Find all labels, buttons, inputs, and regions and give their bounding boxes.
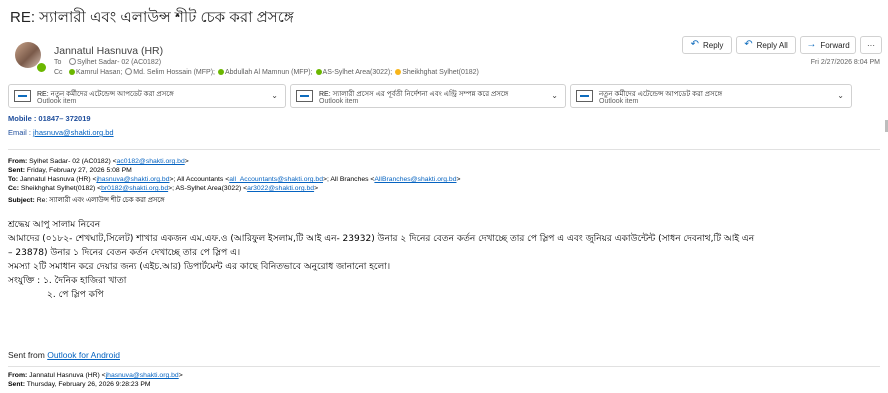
reply-all-button[interactable]: ↶ Reply All	[736, 36, 796, 54]
to-recipient[interactable]: Sylhet Sadar- 02 (AC0182)	[77, 59, 161, 66]
outlook-item-icon	[296, 90, 313, 102]
received-date: Fri 2/27/2026 8:04 PM	[810, 59, 880, 66]
chevron-down-icon[interactable]: ⌄	[837, 91, 844, 100]
quoted-sent-2: Sent: Thursday, February 26, 2026 9:28:2…	[8, 381, 151, 388]
presence-off-icon	[125, 68, 133, 75]
divider	[8, 149, 880, 150]
presence-away-icon	[395, 69, 402, 75]
to-row: To Sylhet Sadar- 02 (AC0182)	[54, 58, 161, 66]
presence-on-icon	[69, 69, 75, 75]
quoted-cc-email-link[interactable]: ar3022@shakti.org.bd	[247, 185, 314, 192]
quoted-from: From: Sylhet Sadar- 02 (AC0182) <ac0182@…	[8, 158, 189, 165]
attachment-2[interactable]: RE: স্যালারী প্রসেস এর পূর্বতী নির্দেশনা…	[290, 84, 566, 108]
body-line: শ্রদ্ধেয় আপু সালাম নিবেন	[8, 220, 101, 230]
reply-button[interactable]: ↶ Reply	[682, 36, 732, 54]
cc-label: Cc	[54, 69, 63, 76]
presence-on-icon	[217, 69, 224, 75]
quoted-to: To: Jannatul Hasnuva (HR) <jhasnuva@shak…	[8, 176, 461, 183]
quoted-cc-email-link[interactable]: br0182@shakti.org.bd	[101, 185, 168, 192]
body-line: আমাদের (০১৮২- শেখঘাট,সিলেট) শাখার একজন এ…	[8, 234, 755, 244]
attachment-type: Outlook item	[599, 98, 639, 105]
sent-from-line: Sent from Outlook for Android	[8, 350, 120, 360]
forward-icon: →	[806, 39, 817, 50]
attachment-type: Outlook item	[319, 98, 359, 105]
body-line: সমস্যা ২টি সমাধান করে দেয়ার জন্য (এইচ.আ…	[8, 262, 391, 272]
outlook-item-icon	[576, 90, 593, 102]
presence-available-icon	[36, 62, 47, 73]
cc-recipient[interactable]: AS-Sylhet Area(3022);	[323, 69, 393, 76]
signature-mobile: Mobile : 01847– 372019	[8, 114, 91, 123]
quoted-to-email-link[interactable]: AllBranches@shakti.org.bd	[374, 176, 456, 183]
body-line: – 23878) উনার ১ দিনের বেতন কর্তন দেখাচ্ছ…	[8, 248, 241, 258]
cc-recipient[interactable]: Abdullah Al Mamnun (MFP);	[225, 69, 313, 76]
body-line: সংযুক্তি : ১. দৈনিক হাজিরা খাতা	[8, 276, 127, 286]
body-line: ২. পে স্লিপ কপি	[47, 290, 104, 300]
forward-button[interactable]: → Forward	[800, 36, 856, 54]
attachment-3[interactable]: নতুন কর্মীদের এটেন্ডেন্স আপডেট করা প্রসঙ…	[570, 84, 852, 108]
quoted-from-email-link[interactable]: jhasnuva@shakti.org.bd	[106, 372, 179, 379]
sender-name[interactable]: Jannatul Hasnuva (HR)	[54, 45, 163, 57]
quoted-to-email-link[interactable]: jhasnuva@shakti.org.bd	[96, 176, 169, 183]
to-label: To	[54, 59, 62, 66]
outlook-item-icon	[14, 90, 31, 102]
signature-email-link[interactable]: jhasnuva@shakti.org.bd	[33, 128, 114, 137]
quoted-sent: Sent: Friday, February 27, 2026 5:08 PM	[8, 167, 132, 174]
divider	[8, 366, 880, 367]
attachment-1[interactable]: RE: নতুন কর্মীদের এটেন্ডেন্স আপডেট করা প…	[8, 84, 286, 108]
chevron-down-icon[interactable]: ⌄	[271, 91, 278, 100]
quoted-to-email-link[interactable]: all_Accountants@shakti.org.bd	[229, 176, 323, 183]
quoted-subject: Subject: Re: স্যালারী এবং এলাউন্স শীট চে…	[8, 197, 165, 204]
cc-row: Cc Kamrul Hasan; Md. Selim Hossain (MFP); A…	[54, 68, 479, 76]
signature-email: Email : jhasnuva@shakti.org.bd	[8, 128, 114, 137]
reply-all-icon: ↶	[744, 39, 753, 50]
attachment-type: Outlook item	[37, 98, 77, 105]
chevron-down-icon[interactable]: ⌄	[551, 91, 558, 100]
more-actions-button[interactable]: ···	[860, 36, 882, 54]
more-icon: ···	[867, 40, 875, 50]
presence-offline-icon	[69, 58, 76, 65]
quoted-cc: Cc: Sheikhghat Sylhet(0182) <br0182@shak…	[8, 185, 319, 192]
cc-recipient[interactable]: Sheikhghat Sylhet(0182)	[402, 69, 479, 76]
outlook-for-android-link[interactable]: Outlook for Android	[47, 350, 120, 360]
quoted-from-2: From: Jannatul Hasnuva (HR) <jhasnuva@sh…	[8, 372, 183, 379]
reply-icon: ↶	[690, 39, 699, 50]
quoted-from-email-link[interactable]: ac0182@shakti.org.bd	[117, 158, 185, 165]
cc-recipient[interactable]: Md. Selim Hossain (MFP);	[133, 69, 215, 76]
cc-recipient[interactable]: Kamrul Hasan;	[76, 69, 122, 76]
presence-on-icon	[315, 69, 322, 75]
email-subject: RE: স্যালারী এবং এলাউন্স শীট চেক করা প্র…	[10, 9, 294, 26]
